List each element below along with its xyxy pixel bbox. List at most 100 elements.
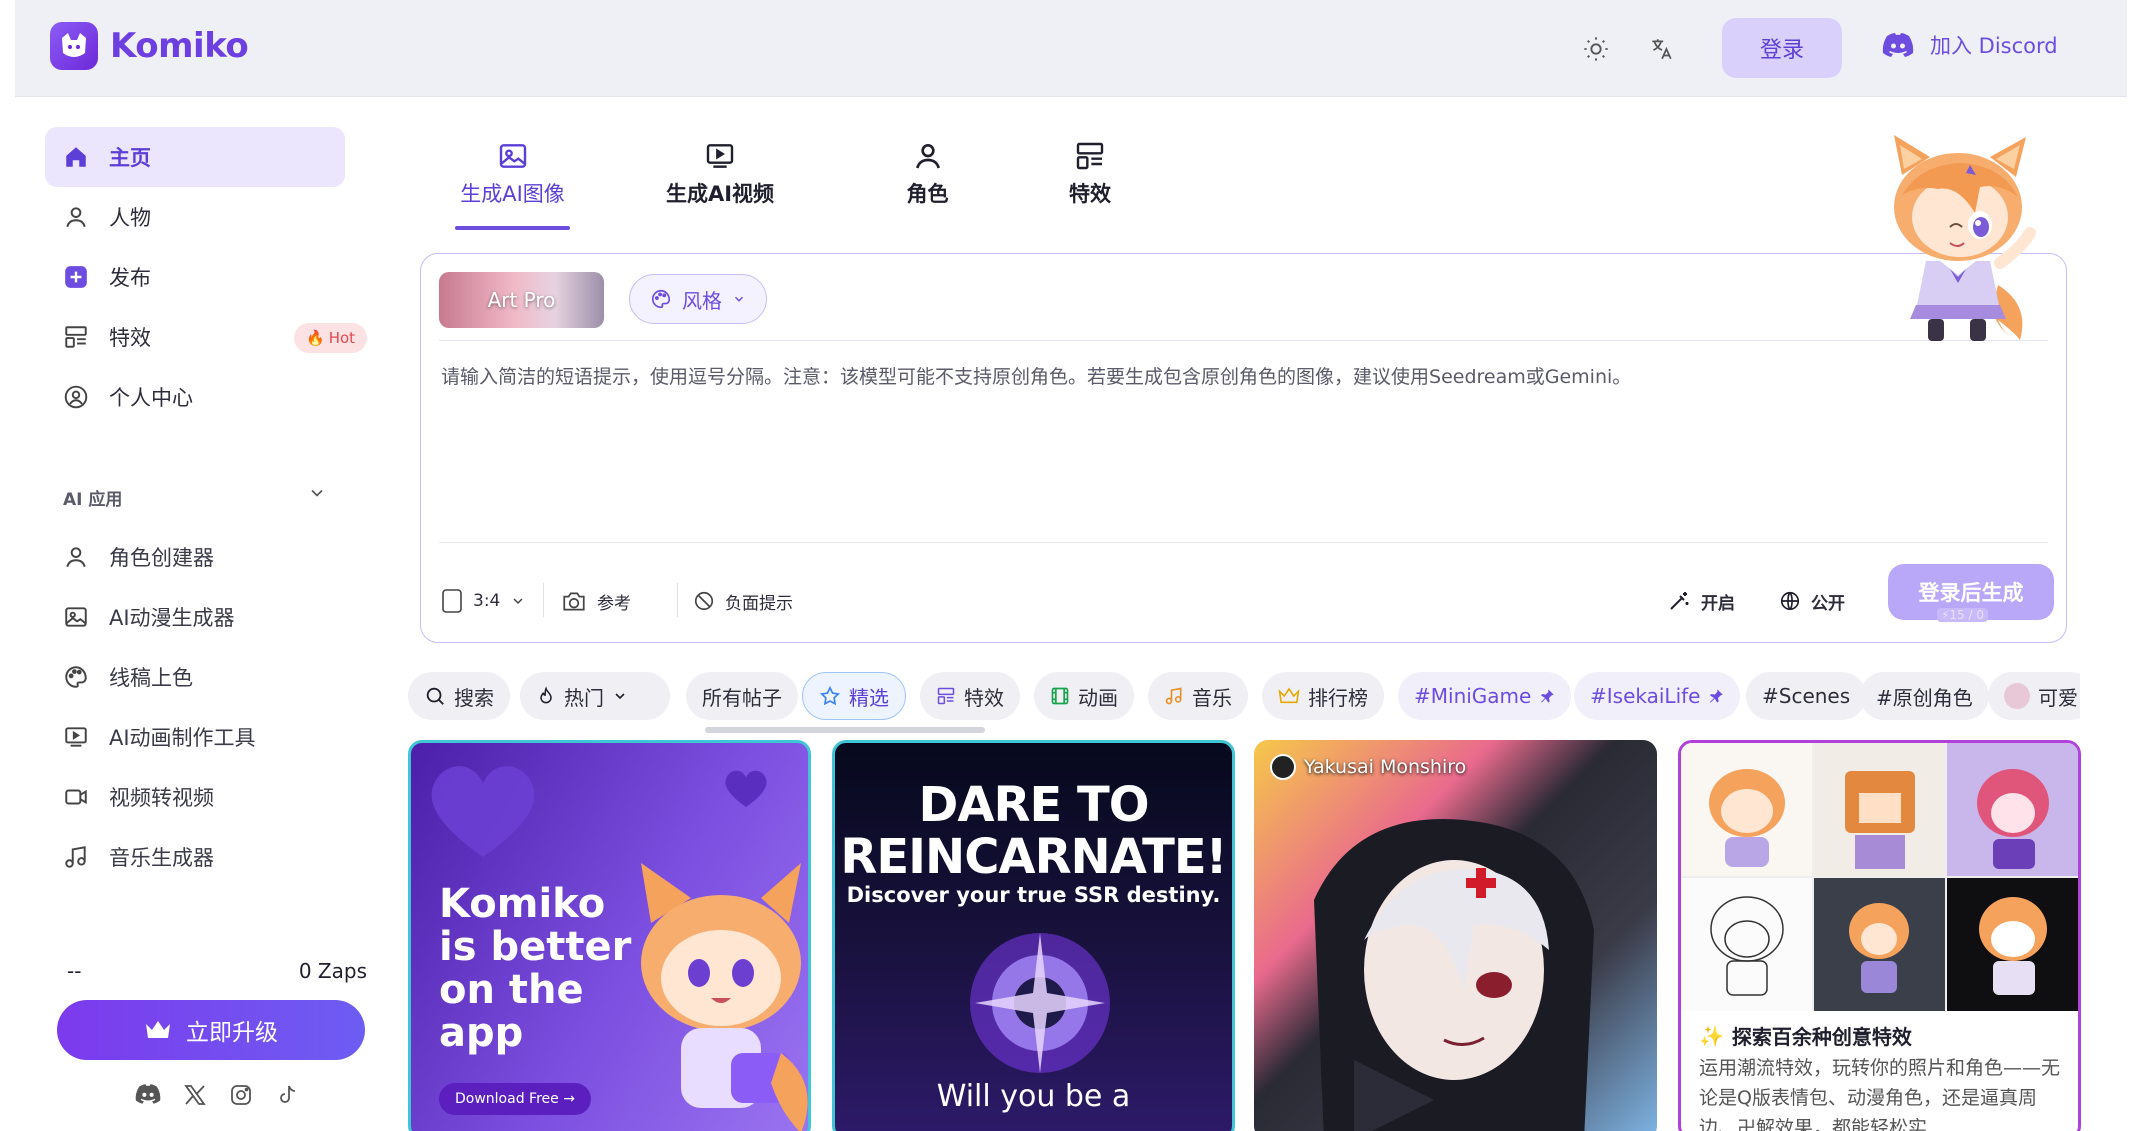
theme-toggle-sun-icon[interactable]: [1577, 30, 1615, 68]
top-bar: Komiko 登录 加入 Discord: [0, 0, 2139, 97]
discord-label: 加入 Discord: [1930, 34, 2058, 58]
language-icon[interactable]: [1642, 30, 1680, 68]
layout-icon: [65, 326, 87, 348]
sort-dropdown[interactable]: 热门: [520, 672, 670, 720]
zaps-row: -- 0 Zaps: [67, 959, 367, 983]
instagram-icon[interactable]: [229, 1083, 253, 1107]
prompt-input[interactable]: 请输入简洁的短语提示，使用逗号分隔。注意：该模型可能不支持原创角色。若要生成包含…: [441, 362, 1631, 389]
sidebar-item-characters[interactable]: 人物: [45, 187, 345, 247]
pin-icon: [1541, 689, 1555, 703]
sidebar-item-animation-tool[interactable]: AI动画制作工具: [45, 709, 256, 765]
card-subtitle: Discover your true SSR destiny.: [846, 883, 1221, 907]
filter-tag-scenes[interactable]: #Scenes: [1746, 672, 1867, 720]
visibility-toggle[interactable]: 公开: [1779, 579, 1845, 623]
filter-all-posts[interactable]: 所有帖子: [686, 672, 798, 720]
upgrade-label: 立即升级: [186, 1020, 278, 1046]
feed-card-effects[interactable]: ✨ 探索百余种创意特效 运用潮流特效，玩转你的照片和角色——无论是Q版表情包、动…: [1678, 740, 2081, 1131]
filter-leaderboard[interactable]: 排行榜: [1262, 672, 1384, 720]
join-discord-link[interactable]: 加入 Discord: [1882, 30, 2058, 60]
sidebar-item-effects[interactable]: 特效 🔥 Hot: [45, 307, 368, 367]
sidebar-item-label: 线稿上色: [109, 666, 193, 690]
heart-icon: [431, 766, 535, 857]
magic-wand-icon: [1670, 592, 1689, 610]
tab-ai-video[interactable]: 生成AI视频: [595, 140, 845, 230]
flame-icon: [540, 686, 552, 704]
search-chip[interactable]: 搜索: [408, 672, 510, 720]
ban-icon: [694, 591, 714, 611]
camera-icon: [563, 592, 585, 611]
negative-prompt-button[interactable]: 负面提示: [693, 579, 793, 623]
user-icon: [915, 144, 940, 169]
login-button[interactable]: 登录: [1722, 18, 1842, 78]
prompt-panel: Art Pro 风格 请输入简洁的短语提示，使用逗号分隔。注意：该模型可能不支持…: [420, 253, 2067, 643]
filter-tag-minigame[interactable]: #MiniGame: [1398, 672, 1572, 720]
tab-label: 角色: [906, 182, 949, 206]
sidebar-item-label: 个人中心: [109, 386, 193, 410]
sidebar-item-character-creator[interactable]: 角色创建器: [45, 529, 214, 585]
aspect-ratio-selector[interactable]: 3:4: [441, 579, 526, 623]
ratio-value: 3:4: [473, 591, 501, 611]
style-button[interactable]: 风格: [629, 274, 767, 324]
plus-square-icon: [65, 266, 87, 288]
enhance-toggle[interactable]: 开启: [1667, 579, 1735, 623]
feed-card-reincarnate[interactable]: DARE TO REINCARNATE! Discover your true …: [832, 740, 1235, 1131]
tab-ai-image[interactable]: 生成AI图像: [430, 140, 595, 230]
sidebar-item-label: 音乐生成器: [109, 846, 214, 870]
zaps-count: 0 Zaps: [298, 959, 367, 983]
fox-variants-image: [1709, 769, 2049, 996]
sidebar-item-label: AI动漫生成器: [109, 606, 235, 630]
model-selector[interactable]: Art Pro: [439, 272, 604, 328]
fire-icon: 🔥: [306, 329, 325, 347]
card-headline: DARE TO REINCARNATE!: [840, 777, 1227, 885]
sidebar-item-profile[interactable]: 个人中心: [45, 367, 345, 427]
video-icon: [65, 789, 87, 805]
filter-music[interactable]: 音乐: [1148, 672, 1248, 720]
discord-icon[interactable]: [135, 1083, 161, 1105]
brand-logo[interactable]: Komiko: [50, 22, 249, 70]
filter-tag-cute[interactable]: 可爱: [1988, 672, 2080, 720]
chevron-down-icon[interactable]: [307, 483, 327, 507]
fox-mascot-image: [1880, 135, 2040, 345]
reference-button[interactable]: 参考: [561, 579, 631, 623]
music-icon: [65, 846, 86, 868]
style-label: 风格: [682, 288, 722, 313]
brand-name: Komiko: [110, 26, 249, 66]
sidebar-item-music-generator[interactable]: 音乐生成器: [45, 829, 214, 885]
sidebar-item-line-art-colorize[interactable]: 线稿上色: [45, 649, 193, 705]
download-free-button[interactable]: Download Free →: [439, 1083, 591, 1115]
filter-animation[interactable]: 动画: [1034, 672, 1134, 720]
tab-label: 生成AI图像: [460, 182, 565, 206]
sidebar-item-publish[interactable]: 发布: [45, 247, 345, 307]
tab-effects[interactable]: 特效: [1010, 140, 1170, 230]
feed-card-app-promo[interactable]: Komiko is better on the app Download Fre…: [408, 740, 811, 1131]
model-label: Art Pro: [487, 288, 556, 312]
sidebar-item-label: 发布: [109, 266, 151, 290]
tab-label: 生成AI视频: [665, 182, 775, 206]
tiktok-icon[interactable]: [275, 1083, 299, 1107]
sidebar-item-label: 主页: [109, 146, 151, 170]
tab-characters[interactable]: 角色: [845, 140, 1010, 230]
card-title: ✨ 探索百余种创意特效: [1699, 1023, 1912, 1050]
upgrade-button[interactable]: 立即升级: [57, 1000, 365, 1060]
ai-apps-section-title: AI 应用: [63, 490, 123, 510]
sparkle-icon: ✨: [1699, 1023, 1724, 1048]
x-twitter-icon[interactable]: [183, 1083, 207, 1107]
pin-icon: [1710, 689, 1724, 703]
sort-label: 热门: [564, 685, 604, 710]
card-caption: Will you be a: [936, 1079, 1131, 1114]
feed-filter-bar: 搜索 热门 所有帖子 精选 特效 动画 音乐 排行榜 #MiniGame #Is…: [408, 672, 2080, 722]
chevron-down-icon: [615, 693, 625, 700]
filter-effects[interactable]: 特效: [920, 672, 1020, 720]
filter-tag-isekailife[interactable]: #IsekaiLife: [1574, 672, 1741, 720]
filter-featured[interactable]: 精选: [802, 672, 906, 720]
card-author: Yakusai Monshiro: [1270, 754, 1466, 780]
filter-tag-original-character[interactable]: #原创角色: [1860, 672, 1989, 720]
home-icon: [66, 147, 86, 167]
filter-scrollbar[interactable]: [705, 727, 985, 733]
app-page: Komiko 登录 加入 Discord 主页 人物 发布 特效 🔥 Hot 个…: [0, 0, 2139, 1131]
sidebar-item-video-to-video[interactable]: 视频转视频: [45, 769, 214, 825]
feed-card-artwork[interactable]: Yakusai Monshiro: [1254, 740, 1657, 1131]
negative-label: 负面提示: [725, 593, 793, 614]
sidebar-item-home[interactable]: 主页: [45, 127, 345, 187]
sidebar-item-anime-generator[interactable]: AI动漫生成器: [45, 589, 235, 645]
